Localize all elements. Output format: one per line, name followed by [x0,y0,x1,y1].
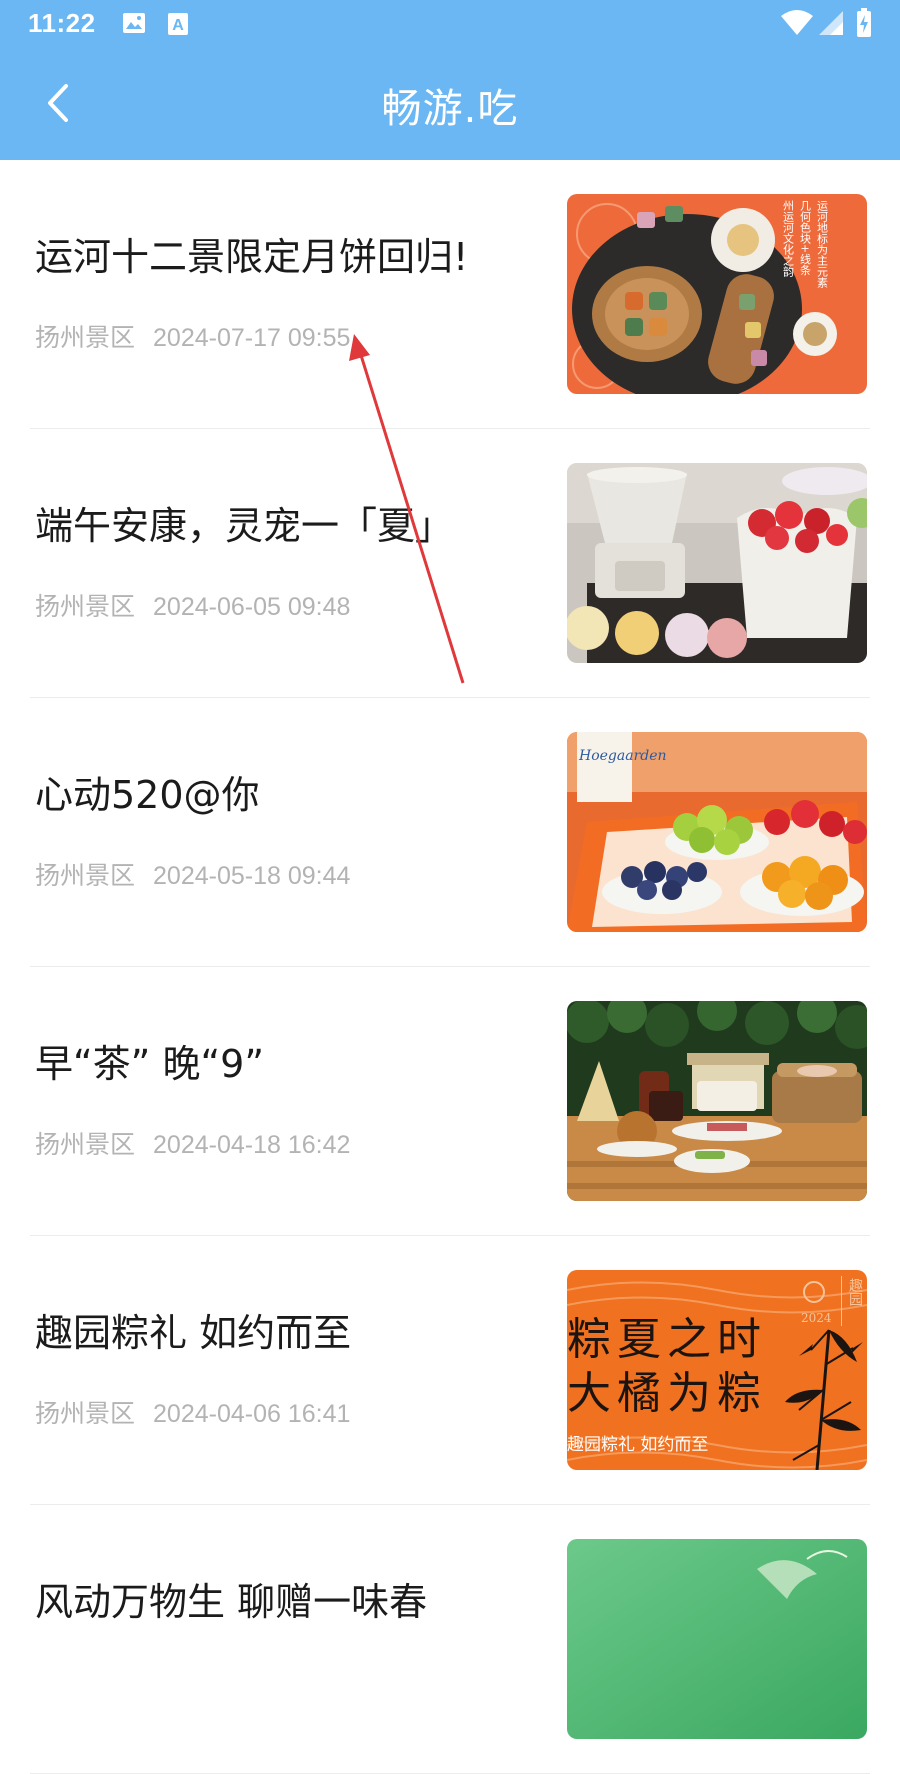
article-meta [35,1663,53,1692]
article-list: 运河十二景限定月饼回归! 扬州景区 2024-07-17 09:55 运河地标为… [0,160,900,1774]
thumb-brand: Hoegaarden [578,748,667,764]
article-item[interactable]: 心动520@你 扬州景区 2024-05-18 09:44 Hoegaarden [30,698,870,967]
article-title: 早“茶” 晚“9” [35,1042,265,1086]
article-date: 2024-04-18 16:42 [153,1131,351,1159]
article-source: 扬州景区 [35,1400,136,1428]
thumb-year: 2024 [801,1311,832,1325]
thumb-subline: 趣园粽礼 如约而至 [567,1435,708,1455]
svg-text:A: A [172,17,184,34]
article-thumbnail[interactable] [567,1539,867,1739]
article-date: 2024-06-05 09:48 [153,593,351,621]
article-item[interactable]: 趣园粽礼 如约而至 扬州景区 2024-04-06 16:41 2024 趣园 粽… [30,1236,870,1505]
article-date: 2024-04-06 16:41 [153,1400,351,1428]
gallery-icon [122,12,146,38]
article-date: 2024-07-17 09:55 [153,324,351,352]
status-time: 11:22 [28,8,96,38]
article-meta: 扬州景区 2024-06-05 09:48 [35,587,350,623]
article-source: 扬州景区 [35,324,136,352]
wifi-icon [780,10,814,40]
article-source: 扬州景区 [35,593,136,621]
battery-icon [856,8,872,42]
text-a-icon: A [167,12,189,40]
article-thumbnail[interactable]: 运河地标为主元素 几何色块+线条 州运河文化之韵 [567,194,867,394]
article-item[interactable]: 运河十二景限定月饼回归! 扬州景区 2024-07-17 09:55 运河地标为… [30,160,870,429]
article-title: 心动520@你 [35,773,260,817]
thumb-stamp: 趣园 [847,1278,863,1306]
article-thumbnail[interactable] [567,1001,867,1201]
page-title: 畅游.吃 [381,86,519,132]
article-title: 趣园粽礼 如约而至 [35,1311,352,1355]
thumb-headline: 大橘为粽 [567,1368,767,1419]
app-header: 畅游.吃 [0,48,900,160]
article-item[interactable]: 早“茶” 晚“9” 扬州景区 2024-04-18 16:42 [30,967,870,1236]
thumb-caption: 运河地标为主元素 [816,200,829,288]
thumb-caption: 几何色块+线条 [799,200,812,275]
article-meta: 扬州景区 2024-04-18 16:42 [35,1125,350,1161]
article-meta: 扬州景区 2024-05-18 09:44 [35,856,350,892]
article-title: 运河十二景限定月饼回归! [35,235,469,279]
article-source: 扬州景区 [35,1131,136,1159]
thumb-caption: 州运河文化之韵 [782,200,795,278]
article-thumbnail[interactable]: Hoegaarden [567,732,867,932]
thumb-headline: 粽夏之时 [567,1314,767,1365]
article-item[interactable]: 风动万物生 聊赠一味春 [30,1505,870,1774]
article-title: 风动万物生 聊赠一味春 [35,1580,428,1624]
article-meta: 扬州景区 2024-07-17 09:55 [35,318,350,354]
article-meta: 扬州景区 2024-04-06 16:41 [35,1394,350,1430]
article-thumbnail[interactable]: 2024 趣园 粽夏之时 大橘为粽 趣园粽礼 如约而至 [567,1270,867,1470]
article-item[interactable]: 端午安康，灵宠一「夏」 扬州景区 2024-06-05 09:48 [30,429,870,698]
article-title: 端午安康，灵宠一「夏」 [35,504,454,548]
signal-icon [818,10,844,40]
article-date: 2024-05-18 09:44 [153,862,351,890]
status-bar: 11:22 A [0,0,900,48]
article-source: 扬州景区 [35,862,136,890]
article-thumbnail[interactable] [567,463,867,663]
